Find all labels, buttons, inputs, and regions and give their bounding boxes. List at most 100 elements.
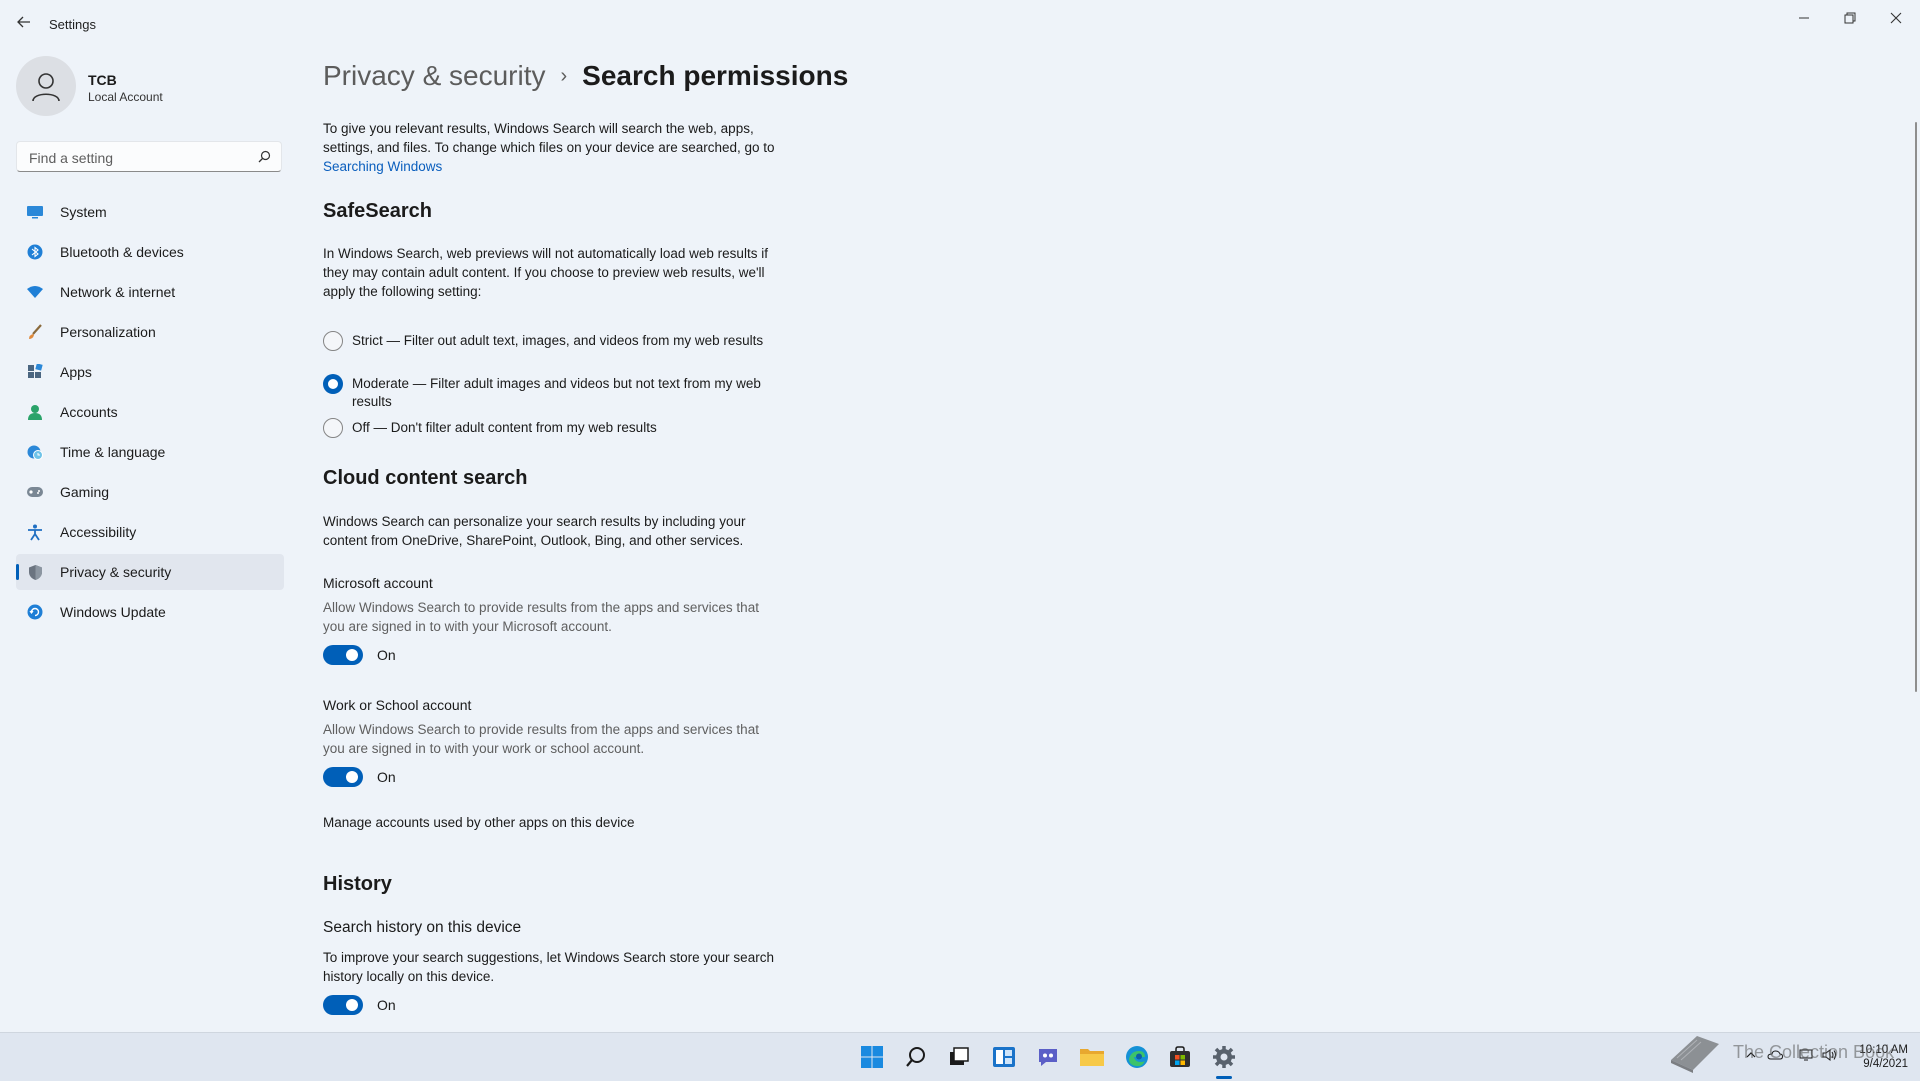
manage-accounts-link[interactable]: Manage accounts used by other apps on th… bbox=[323, 813, 634, 832]
bluetooth-icon bbox=[26, 243, 44, 261]
searching-windows-link[interactable]: Searching Windows bbox=[323, 159, 442, 174]
system-icon bbox=[26, 203, 44, 221]
vertical-scrollbar[interactable] bbox=[1915, 122, 1917, 692]
widgets-icon[interactable] bbox=[990, 1043, 1018, 1071]
book-icon bbox=[1671, 1036, 1719, 1073]
breadcrumb-parent-link[interactable]: Privacy & security bbox=[323, 60, 546, 92]
toggle-state-label: On bbox=[377, 997, 396, 1013]
update-icon bbox=[26, 603, 44, 621]
microsoft-account-toggle-row: On bbox=[323, 645, 523, 667]
taskbar: 10:10 AM 9/4/2021 bbox=[0, 1032, 1920, 1081]
microsoft-account-toggle[interactable] bbox=[323, 645, 363, 665]
restore-button[interactable] bbox=[1827, 4, 1873, 32]
sidebar-item-label: Apps bbox=[60, 364, 92, 380]
app-title: Settings bbox=[49, 17, 96, 32]
avatar bbox=[16, 56, 76, 116]
sidebar-item-apps[interactable]: Apps bbox=[16, 354, 284, 390]
intro-body: To give you relevant results, Windows Se… bbox=[323, 121, 775, 155]
work-school-account-toggle[interactable] bbox=[323, 767, 363, 787]
profile-name: TCB bbox=[88, 72, 117, 88]
toggle-state-label: On bbox=[377, 769, 396, 785]
sidebar-item-label: Personalization bbox=[60, 324, 156, 340]
sidebar-item-label: Accounts bbox=[60, 404, 118, 420]
title-bar: Settings bbox=[0, 0, 1920, 48]
minimize-button[interactable] bbox=[1781, 4, 1827, 32]
sidebar-item-personalization[interactable]: Personalization bbox=[16, 314, 284, 350]
search-history-heading: Search history on this device bbox=[323, 919, 522, 936]
back-arrow-icon bbox=[17, 16, 30, 28]
sidebar-item-label: Time & language bbox=[60, 444, 166, 460]
cloud-content-description: Windows Search can personalize your sear… bbox=[323, 514, 746, 548]
person-avatar-icon bbox=[32, 73, 60, 102]
search-history-description: To improve your search suggestions, let … bbox=[323, 950, 774, 984]
person-icon bbox=[26, 403, 44, 421]
page-title: Search permissions bbox=[582, 60, 849, 91]
globe-clock-icon bbox=[26, 443, 44, 461]
watermark: The Collection Book bbox=[1667, 1030, 1907, 1076]
chat-icon[interactable] bbox=[1034, 1043, 1062, 1071]
sidebar-item-accessibility[interactable]: Accessibility bbox=[16, 514, 284, 550]
sidebar-item-privacy-security[interactable]: Privacy & security bbox=[16, 554, 284, 590]
sidebar-item-time-language[interactable]: Time & language bbox=[16, 434, 284, 470]
toggle-state-label: On bbox=[377, 647, 396, 663]
sidebar-nav: System Bluetooth & devices Network & int… bbox=[16, 194, 284, 634]
sidebar-item-bluetooth[interactable]: Bluetooth & devices bbox=[16, 234, 284, 270]
work-school-account-heading: Work or School account bbox=[323, 697, 472, 713]
sidebar-item-system[interactable]: System bbox=[16, 194, 284, 230]
active-app-indicator bbox=[1216, 1076, 1232, 1079]
sidebar-item-label: Gaming bbox=[60, 484, 110, 500]
brush-icon bbox=[26, 323, 44, 341]
safesearch-heading: SafeSearch bbox=[323, 200, 432, 222]
profile-account-type: Local Account bbox=[88, 90, 163, 104]
user-profile[interactable]: TCB Local Account bbox=[16, 56, 286, 120]
breadcrumb-separator: › bbox=[560, 64, 568, 87]
sidebar-item-gaming[interactable]: Gaming bbox=[16, 474, 284, 510]
breadcrumb: Privacy & security › Search permissions bbox=[323, 56, 848, 96]
search-history-toggle[interactable] bbox=[323, 995, 363, 1015]
taskbar-search-icon[interactable] bbox=[902, 1043, 930, 1071]
intro-text: To give you relevant results, Windows Se… bbox=[323, 119, 783, 176]
work-school-account-description: Allow Windows Search to provide results … bbox=[323, 722, 759, 756]
sidebar-item-accounts[interactable]: Accounts bbox=[16, 394, 284, 430]
watermark-text: The Collection Book bbox=[1733, 1042, 1895, 1062]
search-input[interactable] bbox=[27, 142, 251, 173]
safesearch-description: In Windows Search, web previews will not… bbox=[323, 246, 768, 299]
radio-label: Off — Don't filter adult content from my… bbox=[352, 420, 657, 435]
settings-icon[interactable] bbox=[1210, 1043, 1238, 1071]
radio-label: Strict — Filter out adult text, images, … bbox=[352, 333, 764, 348]
shield-icon bbox=[26, 563, 44, 581]
close-button[interactable] bbox=[1873, 4, 1919, 32]
apps-icon bbox=[26, 363, 44, 381]
restore-icon bbox=[1844, 12, 1856, 24]
sidebar-item-label: System bbox=[60, 204, 107, 220]
accessibility-icon bbox=[26, 523, 44, 541]
edge-icon[interactable] bbox=[1123, 1043, 1151, 1071]
radio-moderate[interactable] bbox=[323, 374, 343, 394]
radio-off[interactable] bbox=[323, 418, 343, 438]
back-button[interactable] bbox=[12, 10, 36, 34]
microsoft-account-heading: Microsoft account bbox=[323, 575, 433, 591]
sidebar-item-network[interactable]: Network & internet bbox=[16, 274, 284, 310]
sidebar-item-label: Network & internet bbox=[60, 284, 176, 300]
wifi-icon bbox=[26, 283, 44, 301]
start-icon[interactable] bbox=[858, 1043, 886, 1071]
search-box[interactable] bbox=[16, 141, 282, 173]
minimize-icon bbox=[1799, 17, 1809, 19]
close-icon bbox=[1890, 12, 1902, 24]
cloud-content-heading: Cloud content search bbox=[323, 467, 528, 489]
microsoft-account-description: Allow Windows Search to provide results … bbox=[323, 600, 759, 634]
sidebar-item-windows-update[interactable]: Windows Update bbox=[16, 594, 284, 630]
store-icon[interactable] bbox=[1166, 1043, 1194, 1071]
gamepad-icon bbox=[26, 483, 44, 501]
search-history-toggle-row: On bbox=[323, 995, 523, 1017]
sidebar-item-label: Privacy & security bbox=[60, 564, 172, 580]
task-view-icon[interactable] bbox=[945, 1043, 973, 1071]
search-icon[interactable] bbox=[258, 150, 271, 163]
sidebar-item-label: Bluetooth & devices bbox=[60, 244, 184, 260]
file-explorer-icon[interactable] bbox=[1078, 1043, 1106, 1071]
radio-label: Moderate — Filter adult images and video… bbox=[352, 376, 761, 409]
sidebar-item-label: Windows Update bbox=[60, 604, 166, 620]
work-school-account-toggle-row: On bbox=[323, 767, 523, 789]
radio-strict[interactable] bbox=[323, 331, 343, 351]
sidebar-item-label: Accessibility bbox=[60, 524, 137, 540]
